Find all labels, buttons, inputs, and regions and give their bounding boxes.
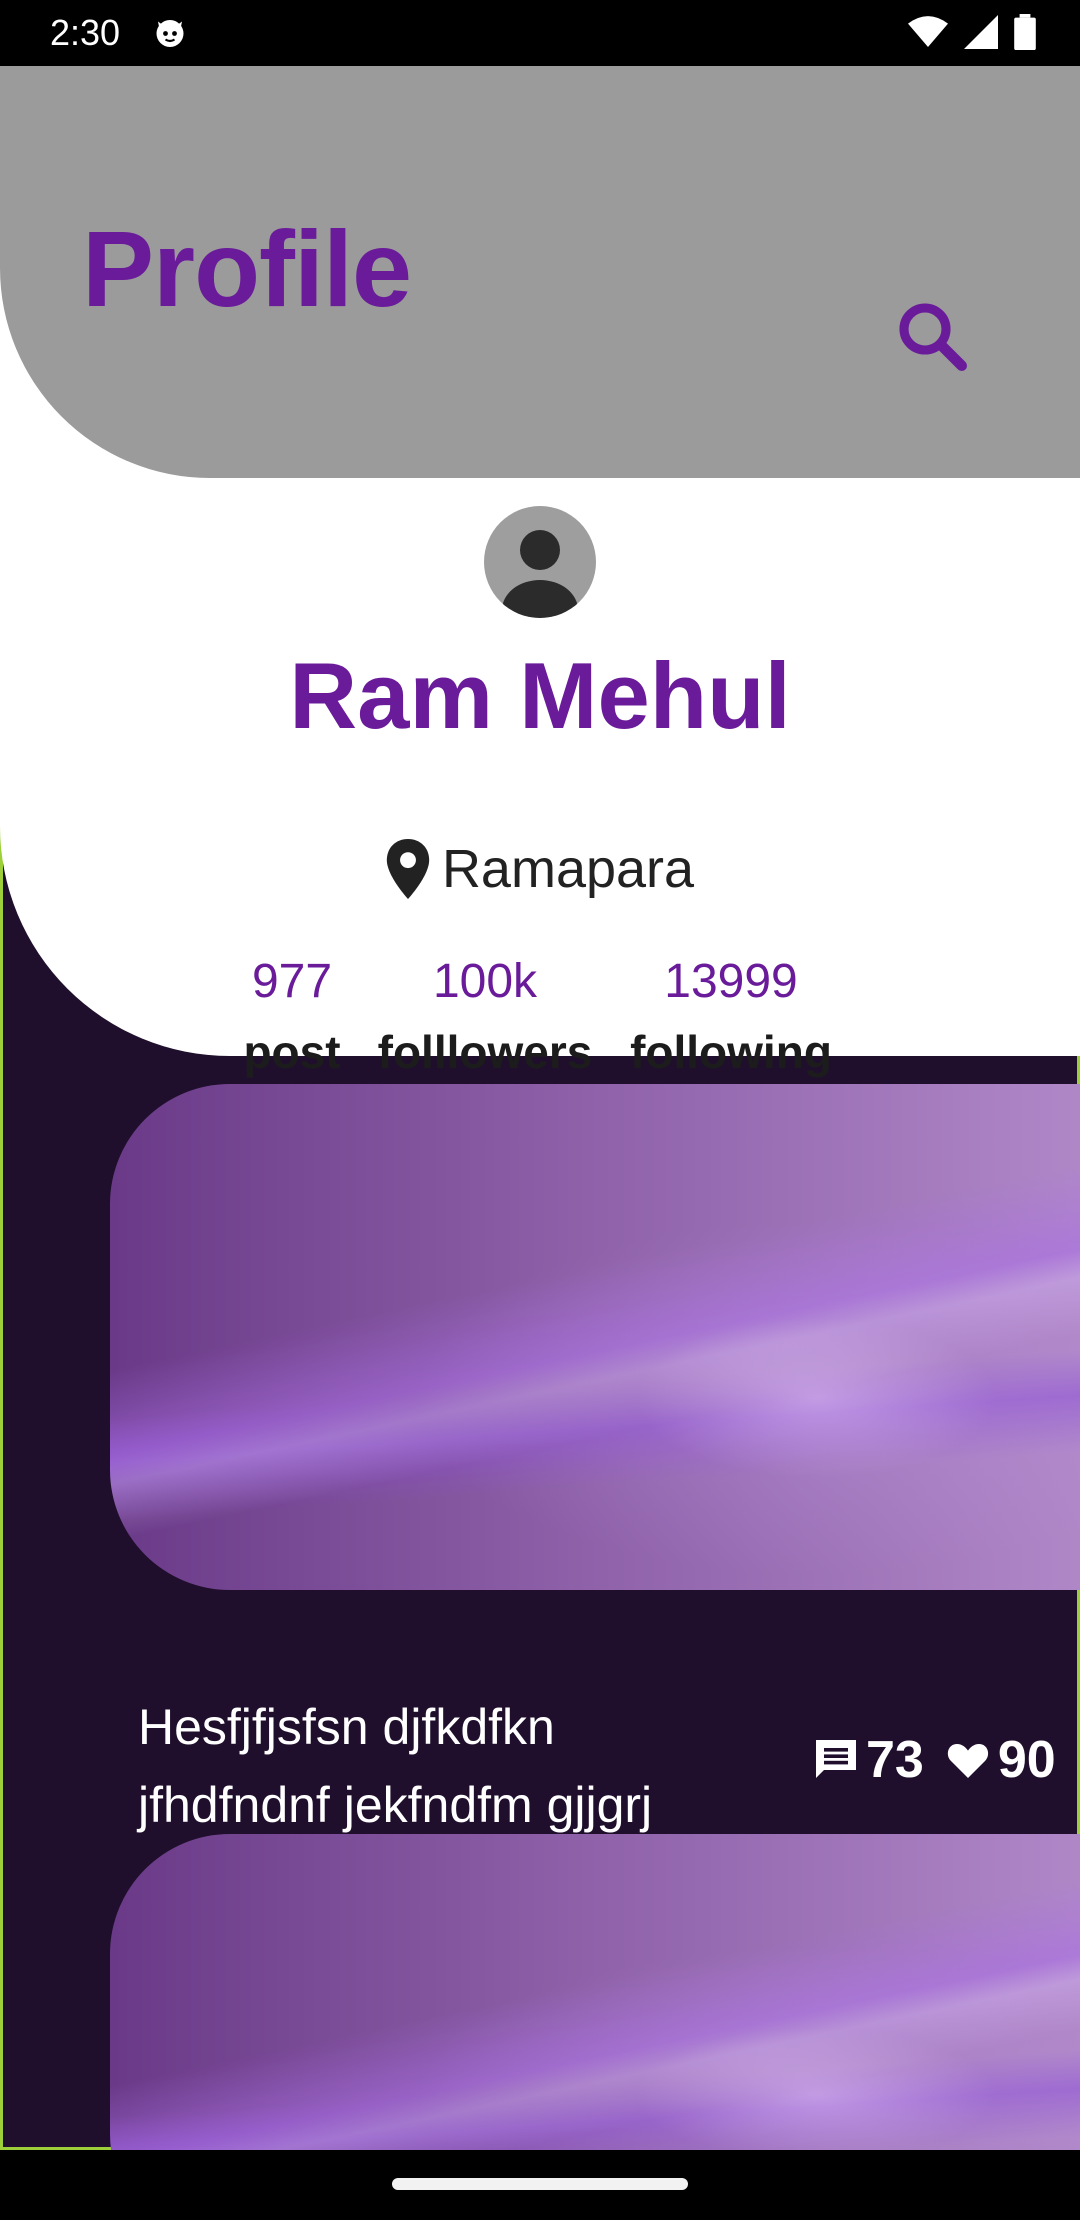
stat-following[interactable]: 13999 following: [622, 954, 840, 1079]
post-caption-line: Hesfjfjsfsn djfkdfkn: [138, 1699, 555, 1755]
location-row: Ramapara: [0, 838, 1080, 900]
heart-icon[interactable]: [944, 1736, 992, 1784]
post-image[interactable]: [110, 1084, 1080, 1590]
battery-icon: [1014, 14, 1036, 50]
status-bar: 2:30: [0, 0, 1080, 66]
stat-label: following: [630, 1026, 832, 1078]
page-title: Profile: [82, 208, 412, 329]
comment-count: 73: [866, 1731, 924, 1789]
stat-value: 977: [251, 955, 333, 1008]
stat-label: folllowers: [377, 1026, 593, 1078]
location-text: Ramapara: [441, 839, 695, 899]
app-screen: Profile Ram Mehul Ramapara 977 post 100k…: [0, 66, 1080, 2150]
home-gesture-handle[interactable]: [392, 2178, 688, 2190]
location-pin-icon: [386, 839, 430, 899]
post-caption: Hesfjfjsfsn djfkdfkn jfhdfndnf jekfndfm …: [138, 1688, 778, 1844]
like-count: 90: [997, 1731, 1056, 1789]
status-icons: [908, 14, 1036, 50]
wifi-icon: [908, 16, 948, 47]
stat-followers[interactable]: 100k folllowers: [366, 954, 604, 1079]
cat-notification-icon: [156, 20, 184, 47]
navigation-bar: [0, 2150, 1080, 2220]
post-meta: 73 90: [812, 1730, 1056, 1790]
stat-value: 100k: [432, 955, 538, 1008]
signal-icon: [964, 15, 998, 49]
user-name: Ram Mehul: [289, 643, 791, 748]
post-caption-line: jfhdfndnf jekfndfm gjjgrj: [138, 1777, 653, 1833]
stat-value: 13999: [664, 955, 798, 1008]
search-icon[interactable]: [890, 294, 974, 378]
post-image[interactable]: [110, 1834, 1080, 2150]
stat-label: post: [243, 1026, 341, 1078]
comment-icon[interactable]: [812, 1736, 860, 1784]
stat-posts[interactable]: 977 post: [236, 954, 348, 1079]
status-time: 2:30: [50, 12, 121, 53]
avatar[interactable]: [484, 506, 596, 618]
